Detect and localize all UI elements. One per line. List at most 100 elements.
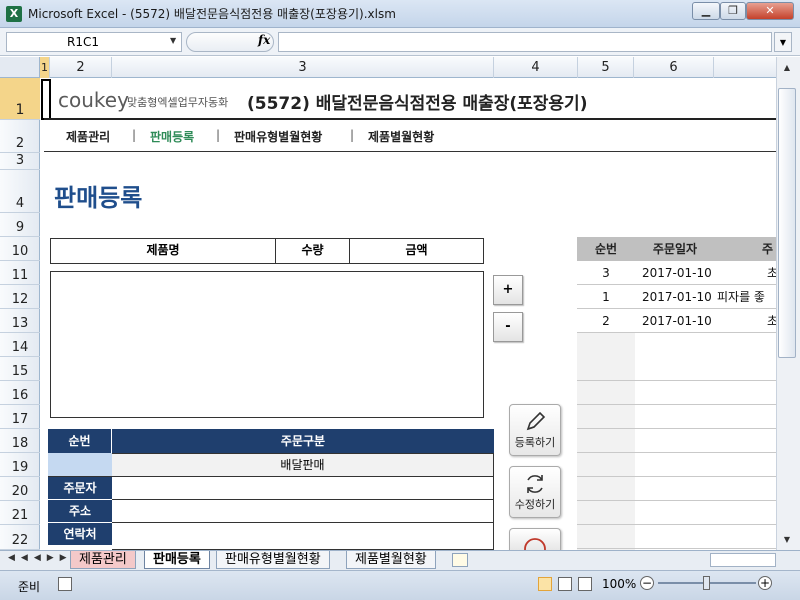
column-header-5[interactable]: 5 xyxy=(578,57,634,78)
modify-label: 수정하기 xyxy=(514,498,556,511)
chevron-down-icon[interactable]: ▼ xyxy=(170,36,176,45)
zoom-level[interactable]: 100% xyxy=(602,577,636,591)
list-sequence: 1 xyxy=(602,290,610,304)
header-order-date: 주문일자 xyxy=(652,242,698,256)
list-item xyxy=(577,381,776,405)
name-box[interactable]: R1C1 xyxy=(6,32,182,52)
row-header-9[interactable]: 9 xyxy=(0,213,40,237)
tab-sales-register[interactable]: 판매등록 xyxy=(144,551,210,569)
header-sequence: 순번 xyxy=(48,429,112,453)
row-header-12[interactable]: 12 xyxy=(0,285,40,309)
close-button[interactable]: ✕ xyxy=(746,2,794,20)
label-address: 주소 xyxy=(48,500,112,523)
tab-product[interactable]: 제품관리 xyxy=(70,551,136,569)
tab-type-monthly[interactable]: 판매유형별월현황 xyxy=(216,551,330,569)
add-item-button[interactable]: + xyxy=(493,275,523,305)
list-date: 2017-01-10 xyxy=(642,290,712,304)
column-header-2[interactable]: 2 xyxy=(50,57,112,78)
row-header-20[interactable]: 20 xyxy=(0,477,40,501)
row-header-22[interactable]: 22 xyxy=(0,525,40,550)
zoom-slider-handle[interactable] xyxy=(703,576,710,590)
horizontal-scrollbar[interactable] xyxy=(710,553,776,567)
row-header-11[interactable]: 11 xyxy=(0,261,40,285)
minimize-button[interactable]: ▁ xyxy=(692,2,720,20)
contact-field[interactable] xyxy=(112,523,494,550)
header-order-item: 주 xyxy=(761,242,774,256)
vertical-scroll-thumb[interactable] xyxy=(778,88,796,358)
order-type-value[interactable]: 배달판매 xyxy=(112,453,494,477)
zoom-out-button[interactable]: − xyxy=(640,576,654,590)
row-header-21[interactable]: 21 xyxy=(0,501,40,525)
nav-item-product[interactable]: 제품관리 xyxy=(66,128,110,145)
tab-product-monthly[interactable]: 제품별월현황 xyxy=(346,551,436,569)
row-header-4[interactable]: 4 xyxy=(0,170,40,213)
table-row[interactable]: 2 2017-01-10 초 xyxy=(577,309,778,333)
status-ready: 준비 xyxy=(18,580,41,594)
restore-button[interactable]: ❐ xyxy=(720,2,746,20)
column-header-4[interactable]: 4 xyxy=(494,57,578,78)
insert-sheet-icon[interactable] xyxy=(452,553,468,567)
row-header-14[interactable]: 14 xyxy=(0,333,40,357)
macro-record-icon[interactable] xyxy=(58,577,72,591)
column-header-6[interactable]: 6 xyxy=(634,57,714,78)
row-header-18[interactable]: 18 xyxy=(0,429,40,453)
row-header-1[interactable]: 1 xyxy=(0,78,40,120)
table-row[interactable]: 3 2017-01-10 초 xyxy=(577,261,778,285)
header-product-name: 제품명 xyxy=(51,239,276,263)
row-header: 1 2 3 4 9 10 11 12 13 14 15 16 17 18 19 … xyxy=(0,78,40,550)
list-item xyxy=(577,357,776,381)
list-item xyxy=(577,405,776,429)
nav-item-sales-register[interactable]: 판매등록 xyxy=(150,128,194,145)
header-quantity: 수량 xyxy=(276,239,350,263)
nav-separator: | xyxy=(350,128,355,142)
nav-item-product-monthly[interactable]: 제품별월현황 xyxy=(368,128,434,145)
brand-logo: coukey xyxy=(58,88,129,112)
page-layout-view-icon[interactable] xyxy=(558,577,572,591)
formula-bar: R1C1 ▼ fx ▼ xyxy=(0,28,800,56)
page-break-view-icon[interactable] xyxy=(578,577,592,591)
table-row[interactable]: 1 2017-01-10 피자를 좋 xyxy=(577,285,776,309)
nav-separator: | xyxy=(216,128,221,142)
register-button[interactable]: 등록하기 xyxy=(509,404,561,456)
label-contact: 연락처 xyxy=(48,523,112,546)
orderer-field[interactable] xyxy=(112,477,494,500)
sequence-cell[interactable] xyxy=(48,453,112,477)
excel-icon: X xyxy=(6,6,22,22)
row-header-16[interactable]: 16 xyxy=(0,381,40,405)
row-header-13[interactable]: 13 xyxy=(0,309,40,333)
product-list-box[interactable] xyxy=(50,271,484,418)
nav-item-type-monthly[interactable]: 판매유형별월현황 xyxy=(234,128,322,145)
column-header-3[interactable]: 3 xyxy=(112,57,494,78)
active-cell[interactable] xyxy=(41,79,51,120)
column-header-1[interactable]: 1 xyxy=(40,57,50,78)
row-header-10[interactable]: 10 xyxy=(0,237,40,261)
row-header-15[interactable]: 15 xyxy=(0,357,40,381)
list-item xyxy=(577,453,776,477)
normal-view-icon[interactable] xyxy=(538,577,552,591)
list-sequence: 2 xyxy=(602,314,610,328)
select-all-corner[interactable] xyxy=(0,57,40,78)
row-header-17[interactable]: 17 xyxy=(0,405,40,429)
modify-button[interactable]: 수정하기 xyxy=(509,466,561,518)
scroll-up-icon[interactable]: ▲ xyxy=(779,60,795,76)
window-title: Microsoft Excel - (5572) 배달전문음식점전용 매출장(포… xyxy=(28,7,396,21)
brand-tagline: 맞춤형엑셀업무자동화 xyxy=(127,96,229,109)
header-order-type: 주문구분 xyxy=(112,429,494,453)
insert-function-icon[interactable]: fx xyxy=(258,33,270,47)
expand-formula-icon[interactable]: ▼ xyxy=(774,32,792,52)
remove-item-button[interactable]: - xyxy=(493,312,523,342)
delete-button[interactable] xyxy=(509,528,561,550)
zoom-in-button[interactable]: + xyxy=(758,576,772,590)
list-item xyxy=(577,525,776,549)
scroll-down-icon[interactable]: ▼ xyxy=(779,532,795,548)
list-date: 2017-01-10 xyxy=(642,314,712,328)
formula-input[interactable] xyxy=(278,32,772,52)
list-item xyxy=(577,477,776,501)
address-field[interactable] xyxy=(112,500,494,523)
delete-circle-icon xyxy=(524,538,546,550)
row-header-19[interactable]: 19 xyxy=(0,453,40,477)
list-item xyxy=(577,501,776,525)
row-header-2[interactable]: 2 xyxy=(0,120,40,153)
row-header-3[interactable]: 3 xyxy=(0,153,40,170)
pencil-icon xyxy=(526,411,546,431)
